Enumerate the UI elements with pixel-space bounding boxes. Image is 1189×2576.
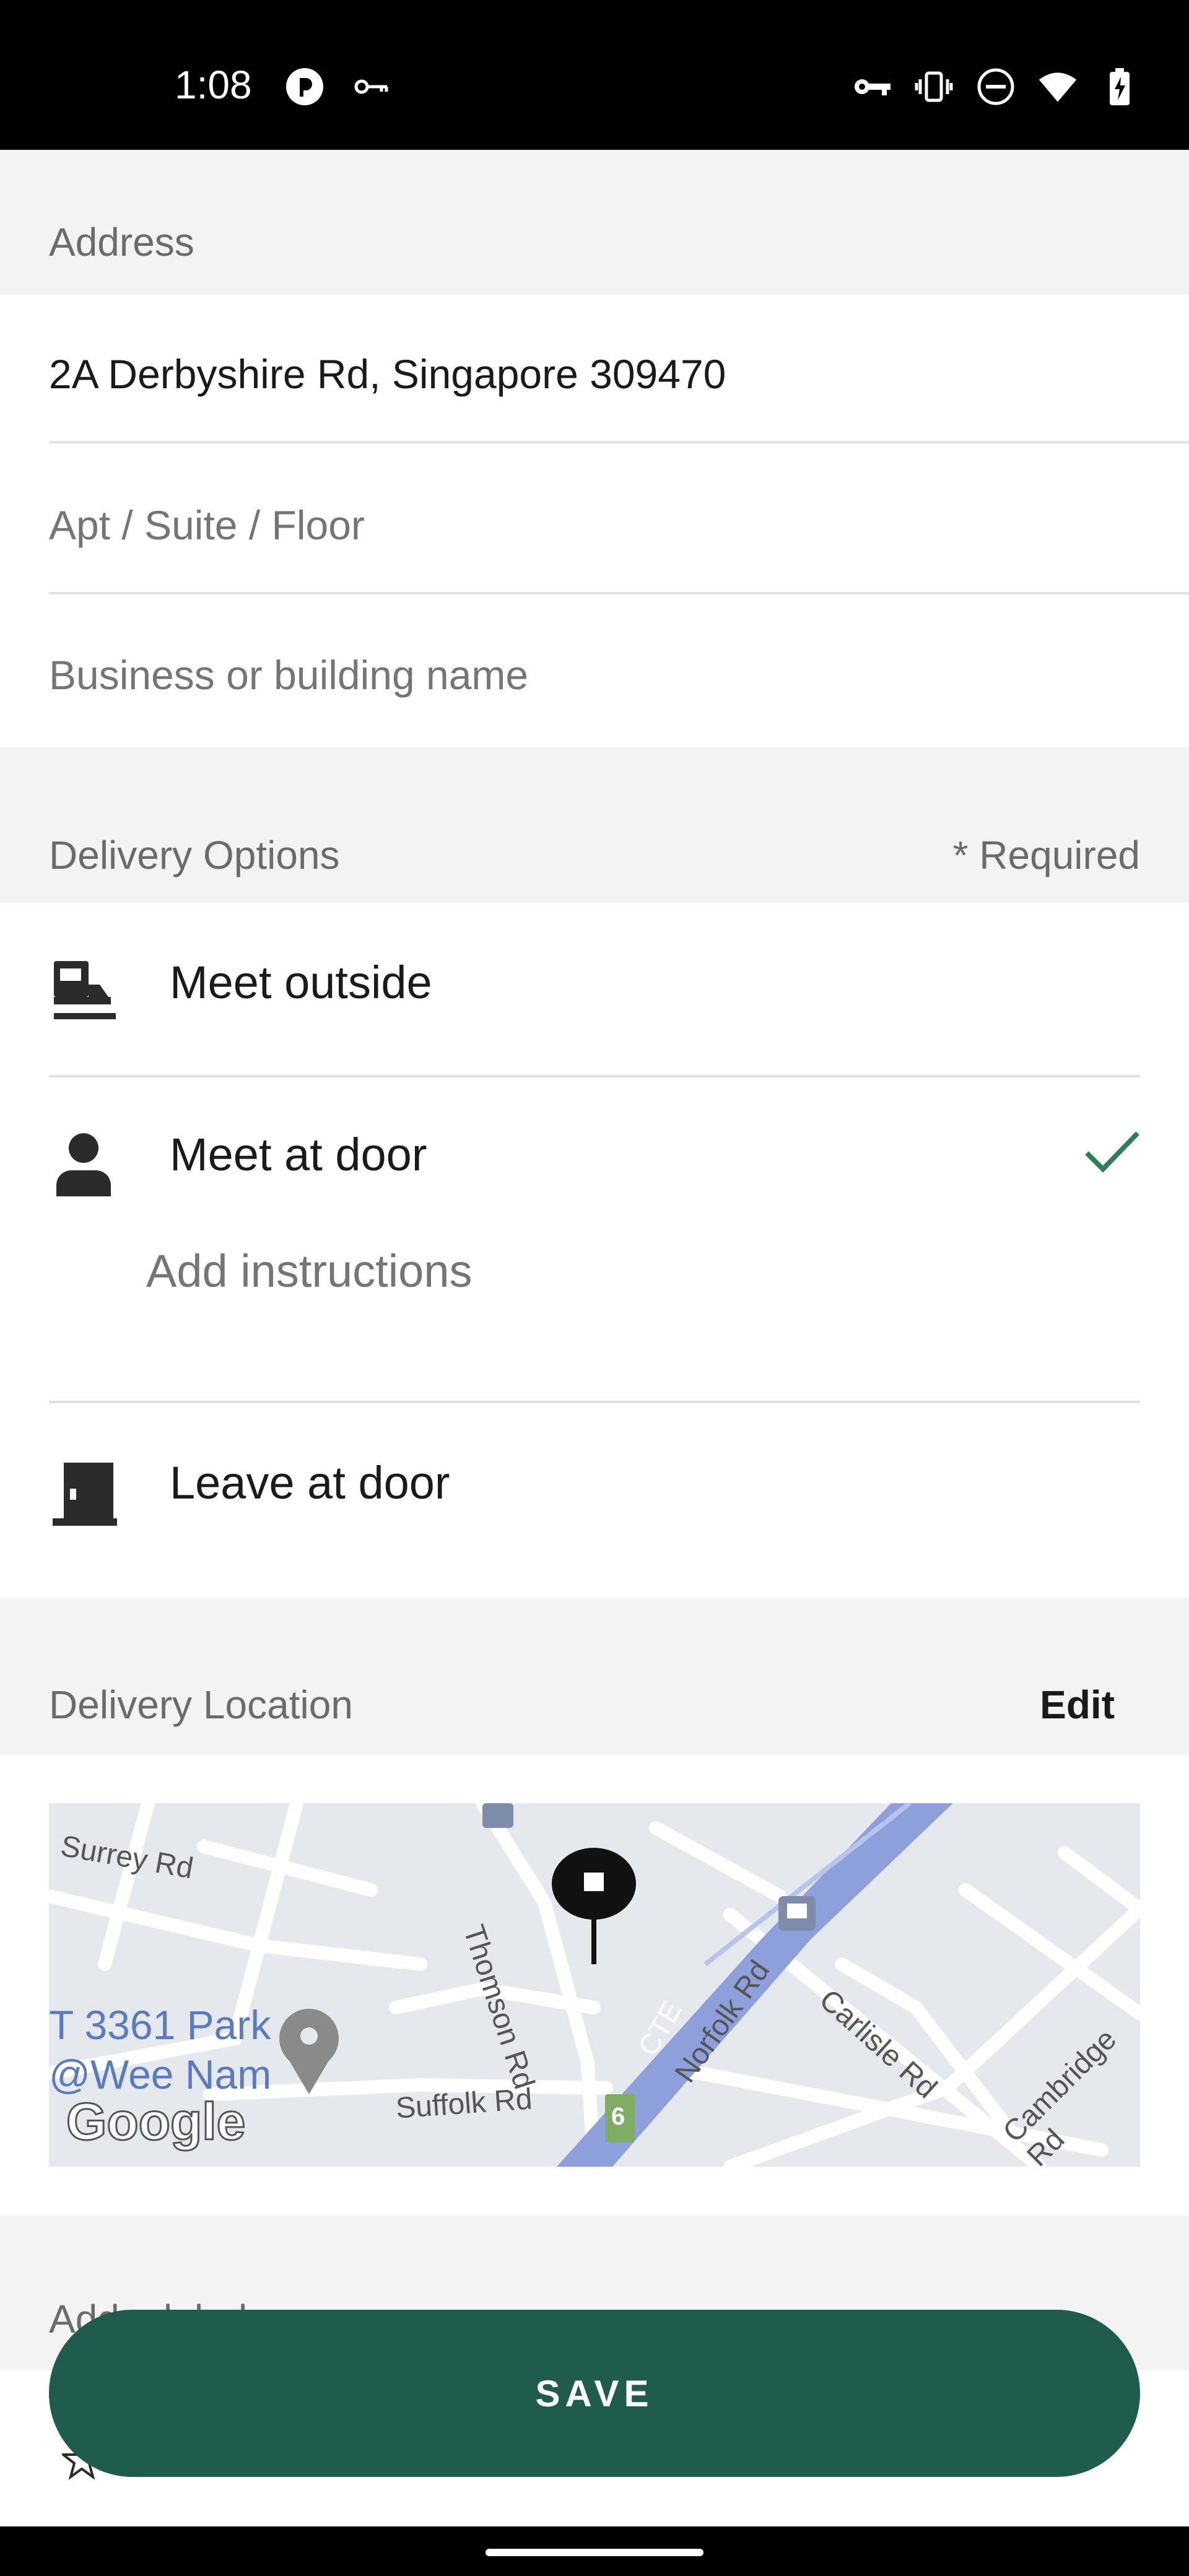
option-leave-at-door[interactable]: Leave at door xyxy=(49,1403,1140,1598)
map-label-park-line2: @Wee Nam xyxy=(49,2052,272,2097)
home-gesture-handle[interactable] xyxy=(486,2549,703,2556)
add-instructions-field[interactable]: Add instructions xyxy=(49,1245,1140,1399)
business-name-placeholder: Business or building name xyxy=(49,652,529,698)
option-label: Leave at door xyxy=(170,1457,450,1508)
add-instructions-placeholder: Add instructions xyxy=(146,1245,473,1297)
delivery-location-title: Delivery Location xyxy=(49,1682,353,1727)
car-curbside-icon xyxy=(49,955,118,1024)
option-label: Meet at door xyxy=(170,1129,427,1180)
option-meet-outside[interactable]: Meet outside xyxy=(49,903,1140,1076)
wifi-icon xyxy=(1038,67,1078,107)
vpn-key-icon xyxy=(852,67,892,107)
edit-location-button[interactable]: Edit xyxy=(1040,1682,1115,1728)
battery-charging-icon xyxy=(1100,67,1139,107)
option-meet-at-door[interactable]: Meet at door xyxy=(49,1077,1140,1245)
apt-suite-field[interactable]: Apt / Suite / Floor xyxy=(49,446,1189,594)
street-address-value: 2A Derbyshire Rd, Singapore 309470 xyxy=(49,351,726,397)
business-name-field[interactable]: Business or building name xyxy=(49,596,1189,744)
delivery-options-header: Delivery Options * Required xyxy=(0,747,1189,903)
address-fields: 2A Derbyshire Rd, Singapore 309470 Apt /… xyxy=(0,295,1189,747)
option-label: Meet outside xyxy=(170,957,432,1008)
required-label: * Required xyxy=(952,833,1140,877)
key-icon xyxy=(352,67,391,107)
map-label-park-line1: T 3361 Park xyxy=(49,2002,271,2048)
door-icon xyxy=(49,1459,118,1528)
person-icon xyxy=(49,1129,118,1199)
save-button[interactable]: SAVE xyxy=(49,2310,1140,2477)
status-time: 1:08 xyxy=(175,63,252,107)
street-address-field[interactable]: 2A Derbyshire Rd, Singapore 309470 xyxy=(49,295,1189,443)
route-badge: 6 xyxy=(611,2103,625,2130)
delivery-location-header: Delivery Location Edit xyxy=(0,1598,1189,1755)
status-bar: 1:08 xyxy=(0,0,1189,150)
delivery-options-list: Meet outside Meet at door Add instructio… xyxy=(0,903,1189,1598)
checkmark-icon xyxy=(1084,1129,1140,1174)
delivery-map[interactable]: Surrey Rd Thomson Rd CTE Norfolk Rd Carl… xyxy=(49,1803,1140,2167)
do-not-disturb-icon xyxy=(976,67,1016,107)
address-section-title: Address xyxy=(49,220,194,264)
vibrate-icon xyxy=(914,67,954,107)
apt-suite-placeholder: Apt / Suite / Floor xyxy=(49,502,365,548)
google-logo: Google xyxy=(65,2092,246,2152)
privacy-icon xyxy=(285,67,324,107)
navigation-bar xyxy=(0,2526,1189,2576)
address-section-header: Address xyxy=(0,150,1189,295)
delivery-options-title: Delivery Options xyxy=(49,833,340,877)
